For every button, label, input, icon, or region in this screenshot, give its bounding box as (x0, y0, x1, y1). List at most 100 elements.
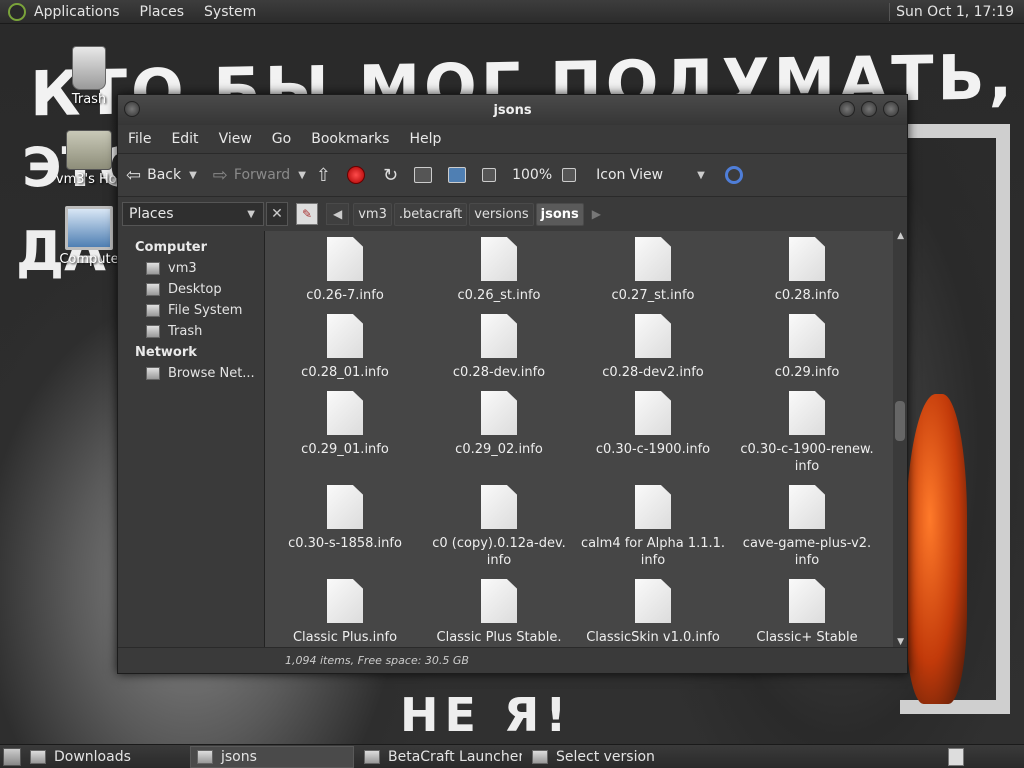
menu-go[interactable]: Go (272, 131, 291, 147)
applications-menu[interactable]: Applications (34, 4, 120, 20)
file-name: c0 (copy).0.12a-dev. info (432, 536, 566, 568)
edit-location-icon[interactable]: ✎ (296, 203, 318, 225)
file-icon (635, 579, 671, 623)
taskbar-label: Select version (556, 748, 655, 765)
zoom-out-button[interactable] (482, 168, 502, 182)
file-name: cave-game-plus-v2. info (742, 536, 872, 568)
window-title: jsons (493, 102, 532, 118)
taskbar-item-jsons[interactable]: jsons (190, 745, 354, 768)
panel-clock[interactable]: Sun Oct 1, 17:19 (890, 4, 1020, 20)
file-item[interactable]: c0.30-c-1900.info (576, 385, 730, 479)
taskbar-item-downloads[interactable]: Downloads (24, 746, 186, 768)
minimize-icon[interactable] (839, 101, 855, 117)
folder-icon (197, 749, 213, 764)
file-item[interactable]: c0.28-dev.info (422, 308, 576, 385)
home-folder-icon (146, 262, 160, 275)
file-item[interactable]: c0.27_st.info (576, 231, 730, 308)
breadcrumb-versions[interactable]: versions (469, 202, 534, 226)
breadcrumb-left-icon[interactable]: ◀ (326, 203, 350, 225)
taskbar-label: Downloads (54, 748, 131, 765)
icon-view[interactable]: c0.26-7.info c0.26_st.info c0.27_st.info… (265, 231, 907, 647)
file-item[interactable]: c0 (copy).0.12a-dev. info (422, 479, 576, 573)
places-menu[interactable]: Places (140, 4, 185, 20)
sidebar-item-browse-network[interactable]: Browse Net... (118, 363, 264, 384)
file-name: c0.26_st.info (457, 288, 541, 303)
breadcrumb-vm3[interactable]: vm3 (353, 202, 392, 226)
show-desktop-icon[interactable] (3, 747, 21, 766)
back-button[interactable]: ⇦ Back ▼ (126, 165, 197, 186)
file-icon (789, 579, 825, 623)
file-item[interactable]: c0.29_02.info (422, 385, 576, 479)
forward-history-dropdown-icon[interactable]: ▼ (298, 170, 306, 181)
breadcrumb-betacraft[interactable]: .betacraft (393, 202, 468, 226)
file-item[interactable]: c0.26-7.info (268, 231, 422, 308)
search-button[interactable] (724, 166, 743, 184)
menu-bookmarks[interactable]: Bookmarks (311, 131, 389, 147)
menu-view[interactable]: View (219, 131, 252, 147)
reload-button[interactable]: ↻ (383, 165, 404, 186)
file-item[interactable]: cave-game-plus-v2. info (730, 479, 884, 573)
computer-button[interactable] (448, 167, 472, 183)
file-item[interactable]: ClassicSkin v1.0.info (576, 573, 730, 647)
distro-logo-icon[interactable] (8, 2, 26, 21)
file-item[interactable]: calm4 for Alpha 1.1.1. info (576, 479, 730, 573)
sidebar-item-file-system[interactable]: File System (118, 300, 264, 321)
scrollbar-thumb[interactable] (895, 401, 905, 441)
file-name: c0.28.info (774, 288, 840, 303)
forward-label: Forward (233, 167, 291, 183)
sidebar-item-vm3[interactable]: vm3 (118, 258, 264, 279)
close-sidebar-button[interactable]: ✕ (266, 202, 288, 226)
system-menu[interactable]: System (204, 4, 256, 20)
close-icon[interactable] (883, 101, 899, 117)
scroll-down-icon[interactable]: ▼ (897, 637, 904, 647)
menu-file[interactable]: File (128, 131, 151, 147)
trash-icon (72, 46, 106, 90)
breadcrumb-jsons[interactable]: jsons (535, 202, 584, 226)
file-name: ClassicSkin v1.0.info (586, 630, 720, 645)
breadcrumb-right-icon[interactable]: ▶ (586, 204, 607, 224)
menu-edit[interactable]: Edit (171, 131, 198, 147)
app-icon (532, 749, 548, 764)
view-mode-select[interactable]: Icon View ▼ (596, 167, 705, 183)
back-history-dropdown-icon[interactable]: ▼ (189, 170, 197, 181)
sidebar-item-label: File System (168, 303, 243, 318)
forward-button[interactable]: ⇨ Forward ▼ (213, 165, 306, 186)
file-item[interactable]: c0.29.info (730, 308, 884, 385)
file-item[interactable]: c0.28_01.info (268, 308, 422, 385)
stop-button[interactable] (347, 166, 365, 184)
taskbar-item-betacraft[interactable]: BetaCraft Launcher ... (358, 746, 522, 768)
file-item[interactable]: Classic Plus Stable. (422, 573, 576, 647)
file-item[interactable]: c0.29_01.info (268, 385, 422, 479)
sidebar-pane-select[interactable]: Places ▼ (122, 202, 264, 226)
zoom-level[interactable]: 100% (512, 167, 552, 183)
maximize-icon[interactable] (861, 101, 877, 117)
window-titlebar[interactable]: jsons (118, 95, 907, 125)
file-icon (481, 391, 517, 435)
scroll-up-icon[interactable]: ▲ (897, 231, 904, 241)
vertical-scrollbar[interactable]: ▲ ▼ (893, 231, 907, 647)
file-item[interactable]: Classic Plus.info (268, 573, 422, 647)
zoom-in-button[interactable] (562, 168, 582, 182)
file-item[interactable]: c0.28.info (730, 231, 884, 308)
file-name: c0.28-dev2.info (602, 365, 704, 380)
location-bar: Places ▼ ✕ ✎ ◀ vm3 .betacraft versions j… (118, 197, 907, 231)
sidebar-item-trash[interactable]: Trash (118, 321, 264, 342)
window-menu-icon[interactable] (124, 101, 140, 117)
file-item[interactable]: c0.30-c-1900-renew. info (730, 385, 884, 479)
file-item[interactable]: c0.26_st.info (422, 231, 576, 308)
taskbar-item-select-version[interactable]: Select version (526, 746, 686, 768)
file-icon (327, 314, 363, 358)
up-button[interactable]: ⇧ (316, 165, 337, 186)
home-icon (414, 167, 433, 183)
wallpaper-flame (905, 394, 967, 704)
sidebar-item-desktop[interactable]: Desktop (118, 279, 264, 300)
workspace-switcher[interactable] (948, 747, 964, 766)
zoom-value: 100% (512, 167, 553, 183)
menu-help[interactable]: Help (409, 131, 441, 147)
home-button[interactable] (414, 167, 438, 183)
file-icon (327, 485, 363, 529)
file-item[interactable]: c0.30-s-1858.info (268, 479, 422, 573)
file-item[interactable]: c0.28-dev2.info (576, 308, 730, 385)
file-icon (635, 314, 671, 358)
file-item[interactable]: Classic+ Stable (730, 573, 884, 647)
